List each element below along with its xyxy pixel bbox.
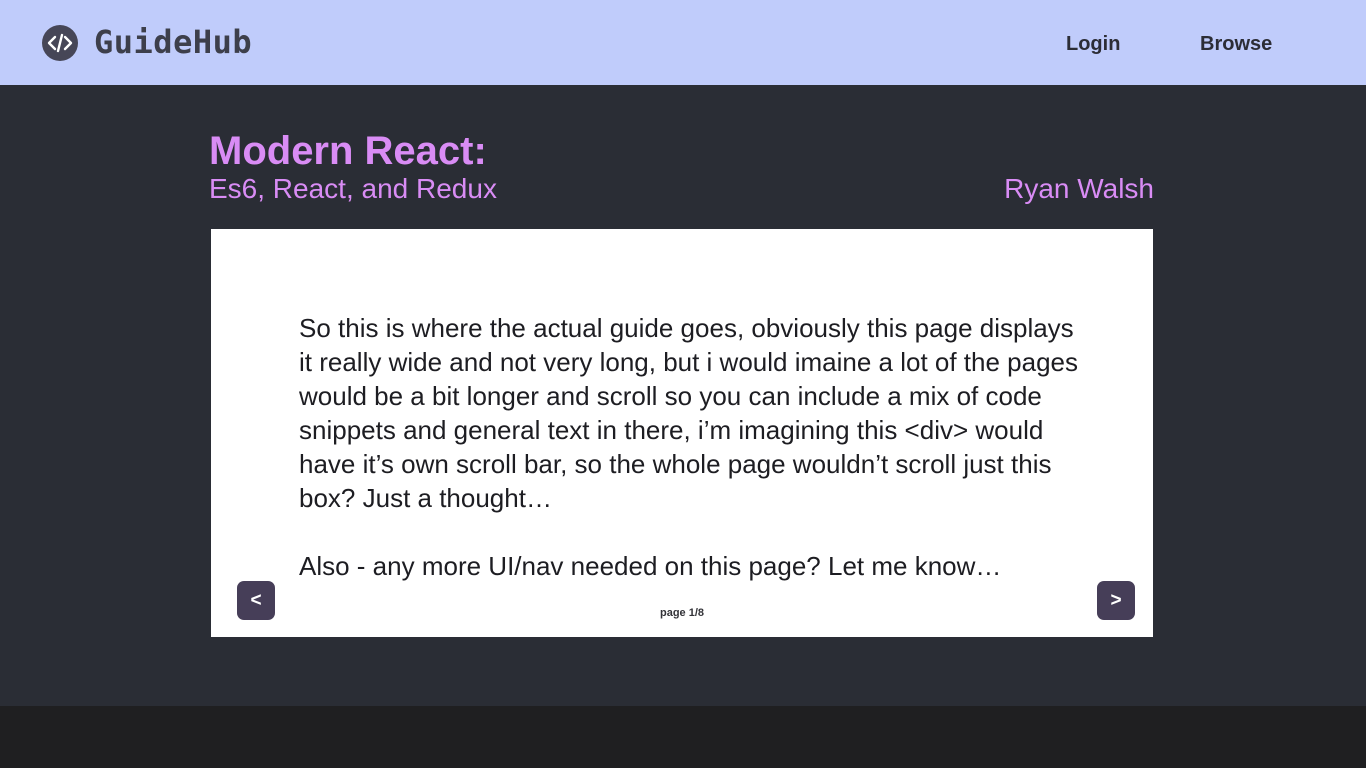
top-header: GuideHub Login Browse <box>0 0 1366 85</box>
guide-paragraph: So this is where the actual guide goes, … <box>299 313 1079 513</box>
guide-content-card: So this is where the actual guide goes, … <box>211 229 1153 637</box>
guide-paragraph: Also - any more UI/nav needed on this pa… <box>299 551 1002 581</box>
guide-author: Ryan Walsh <box>1004 173 1154 204</box>
next-page-button[interactable]: > <box>1097 581 1135 620</box>
brand-name[interactable]: GuideHub <box>94 22 252 62</box>
login-link[interactable]: Login <box>1066 32 1120 56</box>
guide-body: So this is where the actual guide goes, … <box>299 311 1089 583</box>
code-brackets-icon[interactable] <box>42 25 78 61</box>
footer-band <box>0 706 1366 768</box>
guide-subtitle: Es6, React, and Redux <box>209 173 497 204</box>
browse-link[interactable]: Browse <box>1200 32 1272 56</box>
page-indicator: page 1/8 <box>659 607 705 619</box>
guide-title: Modern React: <box>209 129 487 173</box>
